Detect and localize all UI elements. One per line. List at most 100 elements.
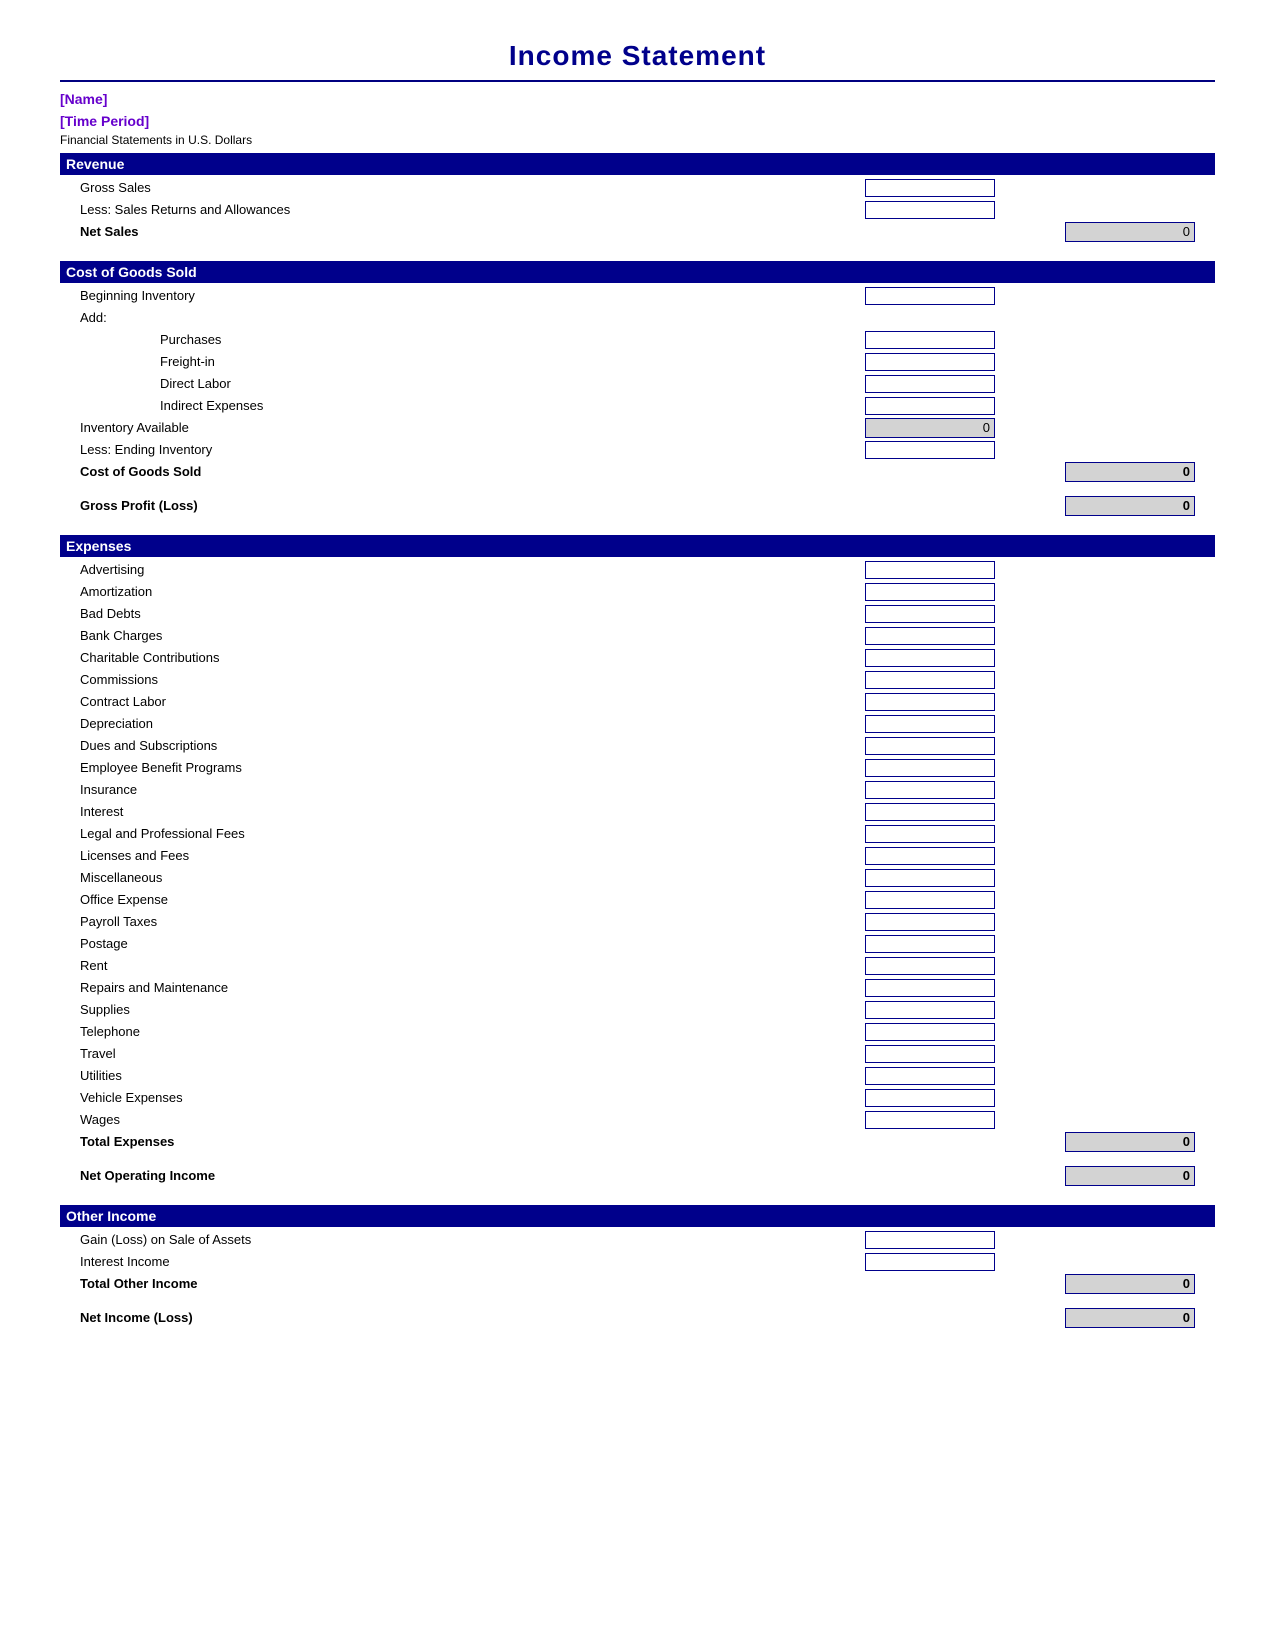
- other-income-section: Other Income Gain (Loss) on Sale of Asse…: [60, 1205, 1215, 1295]
- wages-input[interactable]: [865, 1111, 995, 1129]
- repairs-label: Repairs and Maintenance: [60, 978, 675, 998]
- bad-debts-input[interactable]: [865, 605, 995, 623]
- employee-benefit-input[interactable]: [865, 759, 995, 777]
- travel-row: Travel: [60, 1043, 1215, 1065]
- page-title: Income Statement: [60, 40, 1215, 72]
- rent-label: Rent: [60, 956, 675, 976]
- payroll-taxes-label: Payroll Taxes: [60, 912, 675, 932]
- depreciation-row: Depreciation: [60, 713, 1215, 735]
- net-sales-total[interactable]: 0: [1065, 222, 1195, 242]
- vehicle-expenses-label: Vehicle Expenses: [60, 1088, 675, 1108]
- wages-row: Wages: [60, 1109, 1215, 1131]
- bank-charges-input[interactable]: [865, 627, 995, 645]
- interest-row: Interest: [60, 801, 1215, 823]
- gross-sales-input[interactable]: [865, 179, 995, 197]
- gain-loss-row: Gain (Loss) on Sale of Assets: [60, 1229, 1215, 1251]
- net-operating-income-total[interactable]: 0: [1065, 1166, 1195, 1186]
- utilities-input[interactable]: [865, 1067, 995, 1085]
- charitable-input[interactable]: [865, 649, 995, 667]
- rent-input[interactable]: [865, 957, 995, 975]
- direct-labor-input[interactable]: [865, 375, 995, 393]
- sales-returns-input[interactable]: [865, 201, 995, 219]
- interest-income-input[interactable]: [865, 1253, 995, 1271]
- payroll-taxes-row: Payroll Taxes: [60, 911, 1215, 933]
- telephone-label: Telephone: [60, 1022, 675, 1042]
- indirect-expenses-label: Indirect Expenses: [60, 396, 675, 416]
- cogs-total-label: Cost of Goods Sold: [60, 462, 675, 482]
- cogs-section: Cost of Goods Sold Beginning Inventory A…: [60, 261, 1215, 483]
- bank-charges-row: Bank Charges: [60, 625, 1215, 647]
- freight-in-row: Freight-in: [60, 351, 1215, 373]
- contract-labor-input[interactable]: [865, 693, 995, 711]
- name-line[interactable]: [Name]: [60, 88, 1215, 110]
- telephone-row: Telephone: [60, 1021, 1215, 1043]
- inventory-available-row: Inventory Available 0: [60, 417, 1215, 439]
- employee-benefit-label: Employee Benefit Programs: [60, 758, 675, 778]
- total-expenses-total[interactable]: 0: [1065, 1132, 1195, 1152]
- legal-input[interactable]: [865, 825, 995, 843]
- beginning-inventory-input[interactable]: [865, 287, 995, 305]
- depreciation-label: Depreciation: [60, 714, 675, 734]
- purchases-input[interactable]: [865, 331, 995, 349]
- indirect-expenses-input[interactable]: [865, 397, 995, 415]
- depreciation-input[interactable]: [865, 715, 995, 733]
- supplies-label: Supplies: [60, 1000, 675, 1020]
- total-expenses-label: Total Expenses: [60, 1132, 675, 1152]
- travel-input[interactable]: [865, 1045, 995, 1063]
- repairs-input[interactable]: [865, 979, 995, 997]
- interest-input[interactable]: [865, 803, 995, 821]
- office-expense-input[interactable]: [865, 891, 995, 909]
- commissions-input[interactable]: [865, 671, 995, 689]
- payroll-taxes-input[interactable]: [865, 913, 995, 931]
- licenses-label: Licenses and Fees: [60, 846, 675, 866]
- dues-label: Dues and Subscriptions: [60, 736, 675, 756]
- telephone-input[interactable]: [865, 1023, 995, 1041]
- miscellaneous-label: Miscellaneous: [60, 868, 675, 888]
- insurance-row: Insurance: [60, 779, 1215, 801]
- sales-returns-input-area: [675, 201, 1055, 219]
- supplies-input[interactable]: [865, 1001, 995, 1019]
- total-expenses-row: Total Expenses 0: [60, 1131, 1215, 1153]
- postage-input[interactable]: [865, 935, 995, 953]
- gain-loss-input[interactable]: [865, 1231, 995, 1249]
- supplies-row: Supplies: [60, 999, 1215, 1021]
- vehicle-expenses-input[interactable]: [865, 1089, 995, 1107]
- revenue-header: Revenue: [60, 153, 1215, 175]
- ending-inventory-input[interactable]: [865, 441, 995, 459]
- bad-debts-row: Bad Debts: [60, 603, 1215, 625]
- add-label: Add:: [60, 308, 675, 328]
- advertising-input[interactable]: [865, 561, 995, 579]
- advertising-row: Advertising: [60, 559, 1215, 581]
- period-line[interactable]: [Time Period]: [60, 110, 1215, 132]
- freight-in-input[interactable]: [865, 353, 995, 371]
- gross-sales-input-area: [675, 179, 1055, 197]
- amortization-input[interactable]: [865, 583, 995, 601]
- contract-labor-row: Contract Labor: [60, 691, 1215, 713]
- total-other-income-total[interactable]: 0: [1065, 1274, 1195, 1294]
- beginning-inventory-label: Beginning Inventory: [60, 286, 675, 306]
- amortization-row: Amortization: [60, 581, 1215, 603]
- insurance-input[interactable]: [865, 781, 995, 799]
- expenses-section: Expenses Advertising Amortization Bad De…: [60, 535, 1215, 1153]
- net-income-total[interactable]: 0: [1065, 1308, 1195, 1328]
- inventory-available-subtotal[interactable]: 0: [865, 418, 995, 438]
- cogs-total-row: Cost of Goods Sold 0: [60, 461, 1215, 483]
- gross-profit-total[interactable]: 0: [1065, 496, 1195, 516]
- freight-in-label: Freight-in: [60, 352, 675, 372]
- interest-income-row: Interest Income: [60, 1251, 1215, 1273]
- commissions-label: Commissions: [60, 670, 675, 690]
- miscellaneous-input[interactable]: [865, 869, 995, 887]
- gross-sales-label: Gross Sales: [60, 178, 675, 198]
- utilities-label: Utilities: [60, 1066, 675, 1086]
- contract-labor-label: Contract Labor: [60, 692, 675, 712]
- beginning-inventory-row: Beginning Inventory: [60, 285, 1215, 307]
- add-label-row: Add:: [60, 307, 1215, 329]
- charitable-row: Charitable Contributions: [60, 647, 1215, 669]
- net-operating-income-label: Net Operating Income: [60, 1166, 675, 1186]
- dues-input[interactable]: [865, 737, 995, 755]
- licenses-input[interactable]: [865, 847, 995, 865]
- cogs-total[interactable]: 0: [1065, 462, 1195, 482]
- insurance-label: Insurance: [60, 780, 675, 800]
- bank-charges-label: Bank Charges: [60, 626, 675, 646]
- ending-inventory-row: Less: Ending Inventory: [60, 439, 1215, 461]
